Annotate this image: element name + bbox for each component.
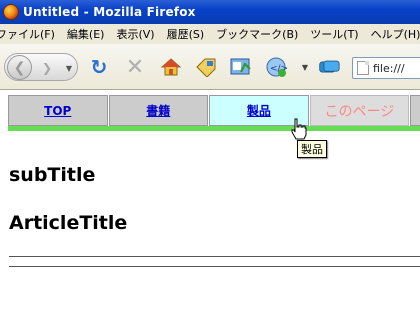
script-icon: </> xyxy=(266,57,287,77)
divider xyxy=(9,266,420,267)
nav-link-books[interactable]: 書籍 xyxy=(146,102,170,119)
nav-tab-this-page: このページ xyxy=(309,95,410,126)
tooltip: 製品 xyxy=(297,140,327,158)
nav-tab-books[interactable]: 書籍 xyxy=(108,95,209,126)
menu-bookmarks[interactable]: ブックマーク(B) xyxy=(210,26,304,42)
nav-link-products[interactable]: 製品 xyxy=(247,102,271,119)
reload-button[interactable]: ↻ xyxy=(88,55,110,79)
chevron-down-icon: ▼ xyxy=(301,62,309,72)
tab-group-button[interactable] xyxy=(318,56,340,78)
back-forward-group: ❮ ❯ ▼ xyxy=(4,53,78,81)
nav-link-top[interactable]: TOP xyxy=(44,104,71,118)
menu-view[interactable]: 表示(V) xyxy=(110,26,160,42)
window-title: Untitled - Mozilla Firefox xyxy=(23,5,196,19)
menu-file[interactable]: ファイル(F) xyxy=(0,26,61,42)
menu-edit[interactable]: 編集(E) xyxy=(61,26,111,42)
screenshot-tool-button[interactable] xyxy=(230,56,252,78)
firefox-logo-icon xyxy=(3,4,19,20)
menu-history[interactable]: 履歴(S) xyxy=(161,26,211,42)
stop-button[interactable]: ✕ xyxy=(124,54,146,80)
page-content: TOP 書籍 製品 このページ 製品 subTitle ArticleTitle xyxy=(0,91,420,314)
nav-tab-partial xyxy=(410,95,420,126)
back-button[interactable]: ❮ xyxy=(7,55,32,80)
stop-icon: ✕ xyxy=(125,54,145,80)
article-title: ArticleTitle xyxy=(9,212,128,234)
site-nav-bar: TOP 書籍 製品 このページ xyxy=(8,95,420,131)
address-bar[interactable]: file:/// xyxy=(352,57,420,79)
window-titlebar[interactable]: Untitled - Mozilla Firefox xyxy=(0,0,420,24)
script-tool-button[interactable]: </> xyxy=(265,56,287,78)
forward-arrow-icon: ❯ xyxy=(41,61,53,75)
bookmark-tag-icon xyxy=(196,58,216,77)
forward-button[interactable]: ❯ xyxy=(37,59,57,77)
address-text: file:/// xyxy=(373,61,405,75)
nav-label-this-page: このページ xyxy=(324,103,395,120)
divider xyxy=(9,256,420,257)
home-icon xyxy=(161,58,181,76)
tabs-icon xyxy=(319,60,340,73)
navigation-toolbar: ❮ ❯ ▼ ↻ ✕ </> ▼ file:/// xyxy=(0,44,420,90)
page-icon xyxy=(357,61,369,75)
menu-help[interactable]: ヘルプ(H) xyxy=(365,26,420,42)
menu-bar: ファイル(F) 編集(E) 表示(V) 履歴(S) ブックマーク(B) ツール(… xyxy=(0,24,420,44)
hand-pointer-icon xyxy=(291,118,307,140)
bookmark-tool-button[interactable] xyxy=(195,56,217,78)
script-dropdown-button[interactable]: ▼ xyxy=(300,56,310,78)
home-button[interactable] xyxy=(160,56,182,78)
menu-tools[interactable]: ツール(T) xyxy=(304,26,364,42)
sub-title: subTitle xyxy=(9,164,96,186)
chevron-down-icon: ▼ xyxy=(65,63,73,73)
nav-tab-top[interactable]: TOP xyxy=(8,95,108,126)
screenshot-icon xyxy=(230,58,251,75)
reload-icon: ↻ xyxy=(90,55,108,79)
back-arrow-icon: ❮ xyxy=(13,59,26,76)
history-dropdown-button[interactable]: ▼ xyxy=(63,61,75,75)
